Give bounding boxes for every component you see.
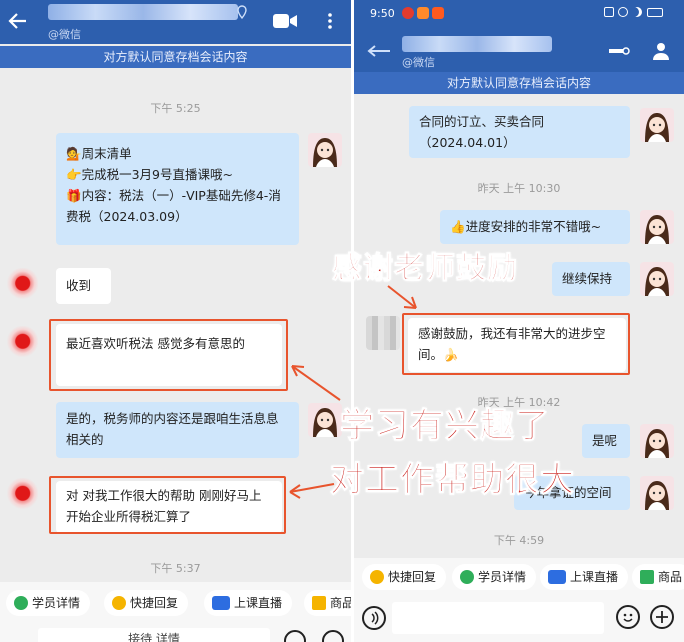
- overlay-caption-interest: 学习有兴趣了: [340, 406, 550, 447]
- annotation-arrows: [289, 285, 417, 499]
- overlay-caption-helpful: 对工作帮助很大: [330, 460, 575, 501]
- overlay-caption-thanks: 感谢老师鼓励: [332, 251, 518, 287]
